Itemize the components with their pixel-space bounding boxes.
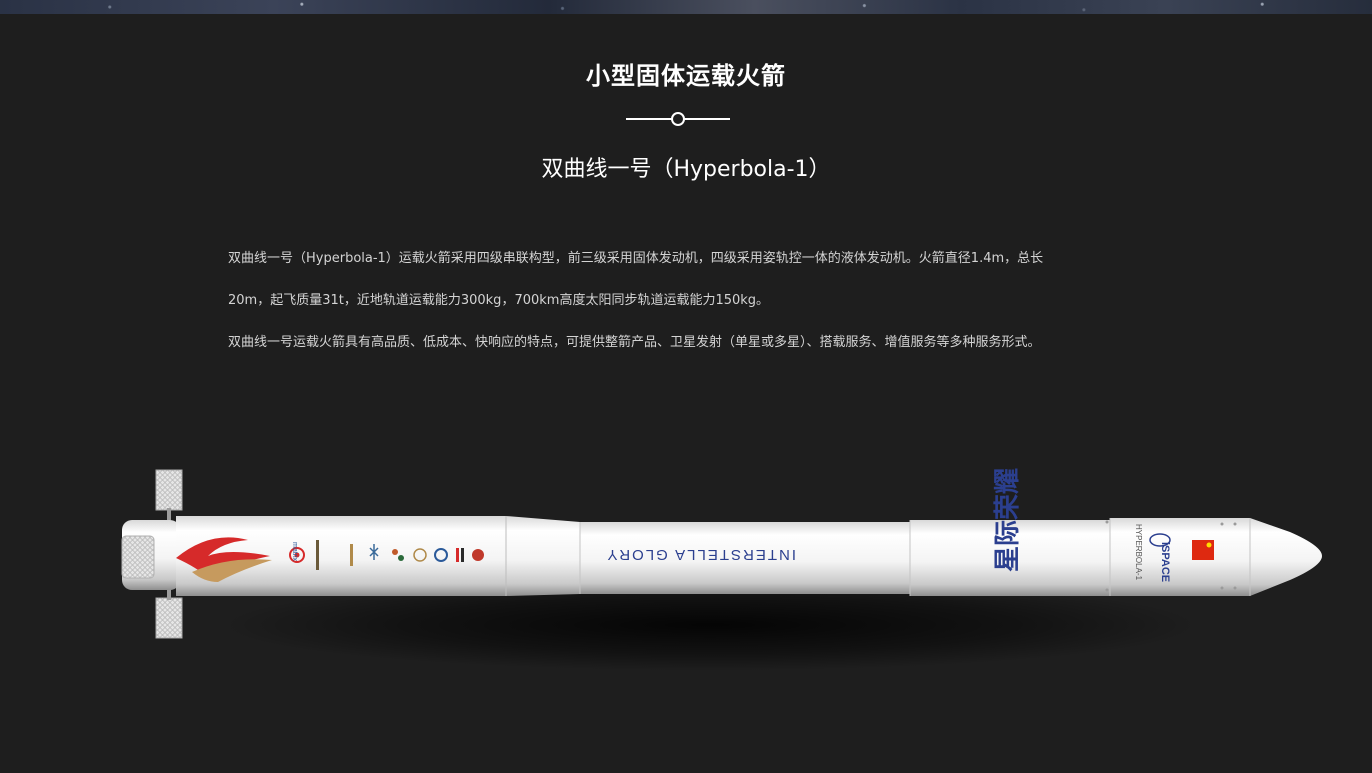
description-line-3: 双曲线一号运载火箭具有高品质、低成本、快响应的特点，可提供整箭产品、卫星发射（单…: [228, 335, 1041, 350]
divider-circle-icon: [671, 112, 685, 126]
page: 小型固体运载火箭 双曲线一号（Hyperbola-1） 双曲线一号（Hyperb…: [0, 0, 1372, 773]
section-title: 小型固体运载火箭: [586, 62, 786, 90]
rocket-body-text: INTERSTELLA GLORY: [606, 546, 796, 563]
title-divider: [626, 112, 730, 126]
china-flag-icon: [1192, 540, 1214, 560]
ispace-logo-text: iSPACE: [1159, 542, 1171, 582]
divider-line-right: [684, 118, 730, 120]
divider-line-left: [626, 118, 672, 120]
rocket-aft-section: [121, 520, 180, 590]
sponsor-matrix-text: matrix: [291, 542, 298, 562]
description-line-2: 20m，起飞质量31t，近地轨道运载能力300kg，700km高度太阳同步轨道运…: [228, 293, 770, 308]
rocket-interstage: [506, 516, 580, 596]
description-line-1: 双曲线一号（Hyperbola-1）运载火箭采用四级串联构型，前三级采用固体发动…: [228, 251, 1044, 266]
rocket-vertical-label: HYPERBOLA-1: [1134, 524, 1143, 581]
grid-fin-top: [155, 469, 183, 520]
rocket-nose-cone: [1250, 518, 1322, 596]
rocket-calligraphy: 星际荣耀: [993, 468, 1023, 572]
rocket-fairing: [1110, 518, 1250, 596]
rocket-name: 双曲线一号（Hyperbola-1）: [541, 157, 831, 182]
rocket-image: matrix INTERSTELLA GLORY 星际荣耀 HYPERBOLA-…: [110, 460, 1330, 700]
space-banner-strip: [0, 0, 1372, 14]
